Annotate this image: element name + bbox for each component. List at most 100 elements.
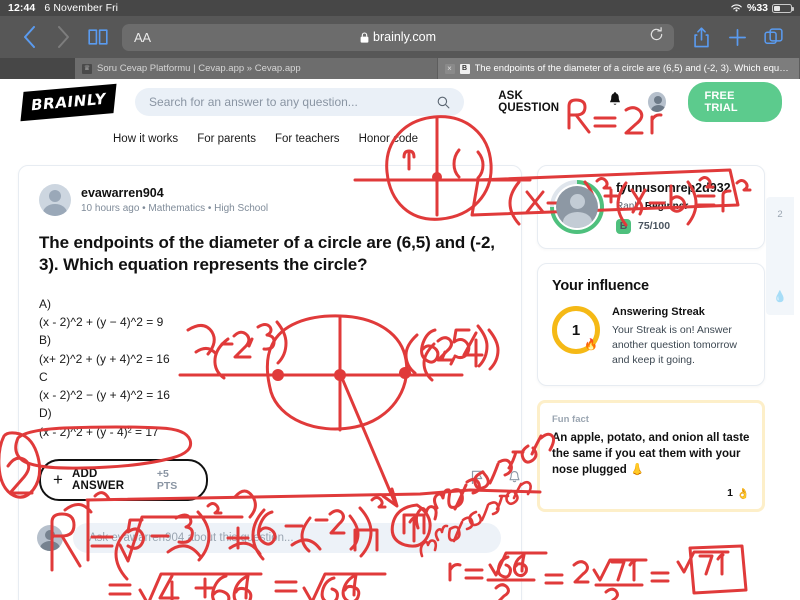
battery-percent: %33 [746, 2, 768, 14]
question-meta: 10 hours ago • Mathematics • High School [81, 203, 269, 214]
tab-title: Soru Cevap Platformu | Cevap.app » Cevap… [97, 63, 301, 74]
status-date: 6 November Fri [44, 2, 119, 14]
bookmarks-button[interactable] [80, 28, 116, 46]
tab-cevap[interactable]: ♕ Soru Cevap Platformu | Cevap.app » Cev… [75, 58, 438, 79]
nav-honor-code[interactable]: Honor code [359, 133, 418, 145]
profile-rank: Rank: Beginner [616, 201, 731, 212]
ok-hand-icon[interactable]: 👌 [737, 487, 750, 500]
url-text: brainly.com [373, 30, 436, 44]
profile-username[interactable]: fyunusomrep2d932 [616, 181, 731, 195]
flame-icon: 🔥 [584, 339, 598, 351]
profile-progress-ring [550, 180, 604, 234]
share-button[interactable] [684, 26, 718, 48]
right-sidebar: fyunusomrep2d932 Rank: Beginner B 75/100 [537, 165, 765, 512]
new-tab-button[interactable] [720, 28, 754, 47]
question-card: evawarren904 10 hours ago • Mathematics … [18, 165, 522, 600]
fun-fact-count: 1 [727, 487, 733, 500]
forward-button[interactable] [46, 26, 80, 48]
option-d-text: (x - 2)^2 + (y - 4)² = 17 [39, 424, 159, 439]
option-a-text: (x - 2)^2 + (y − 4)^2 = 9 [39, 315, 164, 330]
comment-row: Ask evawarren904 about this question... [19, 501, 521, 553]
brainly-favicon: B [459, 63, 470, 74]
option-a-label: A) [39, 296, 51, 311]
edge-panel-count: 2 [777, 209, 783, 220]
page-content: evawarren904 10 hours ago • Mathematics … [0, 157, 800, 600]
brainly-header: BRAINLY Search for an answer to any ques… [0, 79, 800, 125]
show-tabs-button[interactable] [756, 27, 790, 47]
question-author: evawarren904 10 hours ago • Mathematics … [19, 166, 521, 216]
status-time: 12:44 [8, 2, 36, 14]
streak-count: 1 [571, 321, 581, 339]
edge-panel[interactable]: 2 💧 [766, 197, 794, 315]
comment-input[interactable]: Ask evawarren904 about this question... [73, 522, 501, 553]
profile-row: fyunusomrep2d932 Rank: Beginner B 75/100 [538, 166, 764, 248]
add-answer-points: +5 PTS [156, 467, 178, 492]
option-b-label: B) [39, 333, 51, 348]
bell-icon[interactable] [508, 470, 521, 490]
option-d-label: D) [39, 406, 52, 421]
search-input[interactable]: Search for an answer to any question... [135, 88, 465, 116]
influence-title: Your influence [552, 278, 649, 294]
plus-icon: + [53, 470, 63, 490]
author-username[interactable]: evawarren904 [81, 186, 268, 200]
battery-icon [772, 3, 794, 13]
tab-brainly[interactable]: × B The endpoints of the diameter of a c… [437, 58, 800, 79]
question-actions [471, 470, 521, 490]
streak-row: 1 🔥 Answering Streak Your Streak is on! … [538, 294, 764, 385]
lock-icon [360, 31, 369, 43]
question-title: The endpoints of the diameter of a circl… [39, 233, 495, 275]
brainly-badge-icon: B [616, 218, 631, 234]
rank-label: Rank: [616, 200, 643, 212]
water-drop-icon[interactable]: 💧 [773, 290, 787, 303]
reload-button[interactable] [649, 27, 664, 47]
question-options: A) (x - 2)^2 + (y − 4)^2 = 9 B) (x+ 2)^2… [39, 295, 501, 441]
status-right: %33 [730, 2, 794, 14]
tab-strip: ♕ Soru Cevap Platformu | Cevap.app » Cev… [0, 58, 800, 79]
cevap-favicon: ♕ [82, 63, 92, 74]
streak-body: Your Streak is on! Answer another questi… [612, 324, 737, 367]
tab-title: The endpoints of the diameter of a circl… [474, 63, 793, 74]
fun-fact-label: Fun fact [552, 413, 589, 425]
toolbar-actions [684, 26, 790, 48]
ios-status-bar: 12:44 6 November Fri %33 [0, 0, 800, 16]
nav-for-parents[interactable]: For parents [197, 133, 256, 145]
fun-fact-footer: 1 👌 [552, 487, 750, 500]
search-icon[interactable] [437, 96, 450, 109]
screen: 12:44 6 November Fri %33 AA brainly.com … [0, 0, 800, 600]
answer-action-row: + ADD ANSWER +5 PTS [19, 441, 521, 501]
back-button[interactable] [12, 26, 46, 48]
browser-toolbar: AA brainly.com [0, 16, 800, 58]
option-c-label: C [39, 369, 48, 384]
nav-how-it-works[interactable]: How it works [113, 133, 178, 145]
address-bar[interactable]: AA brainly.com [122, 23, 674, 51]
profile-card: fyunusomrep2d932 Rank: Beginner B 75/100 [537, 165, 765, 249]
add-answer-button[interactable]: + ADD ANSWER +5 PTS [39, 458, 208, 501]
ask-question-button[interactable]: ASK QUESTION [498, 90, 580, 114]
streak-title: Answering Streak [612, 306, 705, 318]
profile-points-row: B 75/100 [616, 218, 731, 234]
author-avatar[interactable] [39, 184, 71, 216]
brainly-logo[interactable]: BRAINLY [20, 83, 117, 121]
nav-for-teachers[interactable]: For teachers [275, 133, 340, 145]
comment-avatar [37, 524, 63, 551]
notifications-bell-icon[interactable] [608, 91, 622, 113]
fun-fact-card: Fun fact An apple, potato, and onion all… [537, 399, 765, 512]
fun-fact-text: An apple, potato, and onion all taste th… [552, 431, 750, 476]
rank-value: Beginner [644, 200, 689, 212]
flag-icon[interactable] [471, 470, 484, 490]
option-c-text: (x - 2)^2 − (y + 4)^2 = 16 [39, 388, 170, 403]
wifi-icon [731, 4, 742, 12]
free-trial-button[interactable]: FREE TRIAL [688, 82, 782, 122]
user-avatar[interactable] [648, 92, 667, 112]
web-page: BRAINLY Search for an answer to any ques… [0, 79, 800, 600]
option-b-text: (x+ 2)^2 + (y + 4)^2 = 16 [39, 351, 170, 366]
profile-avatar[interactable] [556, 186, 598, 228]
main-nav: How it works For parents For teachers Ho… [0, 125, 800, 153]
streak-ring: 1 🔥 [552, 306, 600, 354]
influence-card: Your influence 1 🔥 Answering Streak Your… [537, 263, 765, 386]
url-display: brainly.com [122, 30, 674, 44]
profile-points: 75/100 [638, 220, 671, 232]
tab-strip-spacer [0, 58, 75, 79]
add-answer-label: ADD ANSWER [71, 467, 125, 492]
close-icon[interactable]: × [444, 63, 455, 74]
